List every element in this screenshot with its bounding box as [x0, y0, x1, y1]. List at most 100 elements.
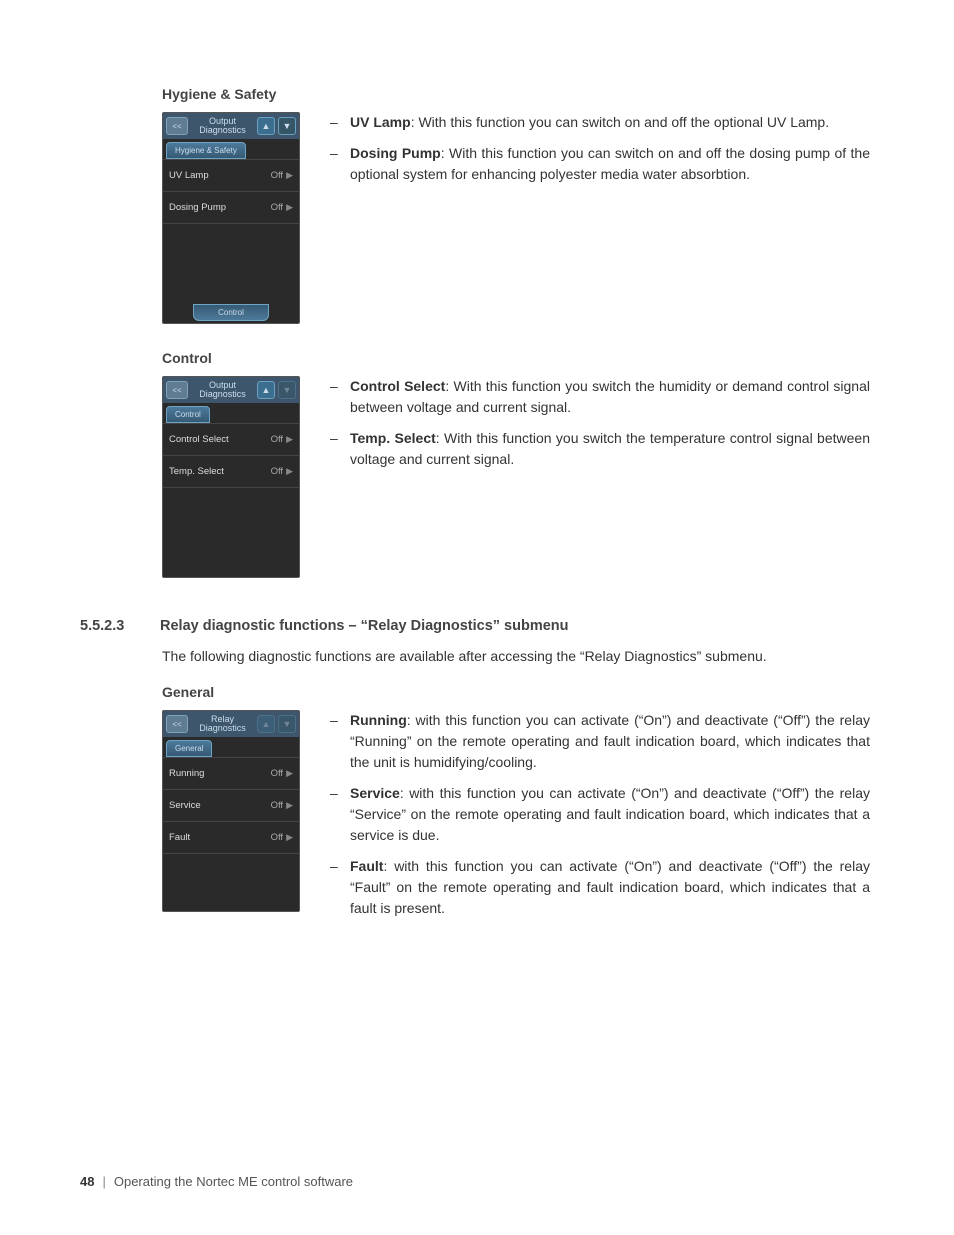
desc-bold: Service — [350, 785, 400, 801]
list: Running Off▶ Service Off▶ Fault Off▶ — [163, 758, 299, 911]
list-item-value: Off — [271, 768, 284, 779]
desc-bold: Fault — [350, 858, 383, 874]
footer-tab[interactable]: Control — [193, 304, 269, 321]
list: Control Select Off▶ Temp. Select Off▶ — [163, 424, 299, 577]
header-title: Output Diagnostics — [191, 381, 254, 400]
screenshot-control: << Output Diagnostics ▲ ▼ Control Contro… — [162, 376, 300, 578]
back-button[interactable]: << — [166, 715, 188, 733]
bullet-dash: – — [330, 428, 350, 470]
section-title: Control — [80, 350, 874, 366]
description-list: – UV Lamp: With this function you can sw… — [330, 112, 874, 195]
desc-bold: Running — [350, 712, 407, 728]
tab-general[interactable]: General — [166, 740, 212, 757]
list-item-value: Off — [271, 466, 284, 477]
description-item: – Temp. Select: With this function you s… — [330, 428, 870, 470]
subsection-number: 5.5.2.3 — [80, 618, 146, 634]
description-item: – Service: with this function you can ac… — [330, 783, 870, 846]
description-list: – Control Select: With this function you… — [330, 376, 874, 480]
list: UV Lamp Off▶ Dosing Pump Off▶ — [163, 160, 299, 301]
header-title: Output Diagnostics — [191, 117, 254, 136]
section-title: General — [80, 684, 874, 700]
list-item-label: Service — [169, 800, 201, 811]
description-item: – Running: with this function you can ac… — [330, 710, 870, 773]
list-item[interactable]: Service Off▶ — [163, 790, 299, 822]
arrow-down-icon[interactable]: ▼ — [278, 381, 296, 399]
subsection-title: Relay diagnostic functions – “Relay Diag… — [160, 618, 569, 634]
list-item-value: Off — [271, 832, 284, 843]
list-item[interactable]: Fault Off▶ — [163, 822, 299, 854]
back-button[interactable]: << — [166, 381, 188, 399]
desc-bold: Control Select — [350, 378, 445, 394]
chevron-right-icon: ▶ — [286, 466, 293, 477]
list-item-value: Off — [271, 202, 284, 213]
device-footer: Control — [163, 301, 299, 323]
desc-body: : With this function you can switch on a… — [411, 114, 829, 130]
chevron-right-icon: ▶ — [286, 768, 293, 779]
desc-body: : with this function you can activate (“… — [350, 785, 870, 843]
arrow-up-icon[interactable]: ▲ — [257, 381, 275, 399]
tab-row: Control — [163, 403, 299, 424]
list-item-value: Off — [271, 800, 284, 811]
list-item-label: Fault — [169, 832, 190, 843]
desc-bold: Temp. Select — [350, 430, 436, 446]
tab-control[interactable]: Control — [166, 406, 210, 423]
list-item-label: UV Lamp — [169, 170, 209, 181]
desc-bold: Dosing Pump — [350, 145, 441, 161]
description-item: – Fault: with this function you can acti… — [330, 856, 870, 919]
desc-body: : with this function you can activate (“… — [350, 712, 870, 770]
screenshot-hygiene: << Output Diagnostics ▲ ▼ Hygiene & Safe… — [162, 112, 300, 324]
desc-body: : with this function you can activate (“… — [350, 858, 870, 916]
bullet-dash: – — [330, 376, 350, 418]
list-item[interactable]: Control Select Off▶ — [163, 424, 299, 456]
description-item: – Dosing Pump: With this function you ca… — [330, 143, 870, 185]
description-item: – Control Select: With this function you… — [330, 376, 870, 418]
arrow-down-icon[interactable]: ▼ — [278, 117, 296, 135]
header-line2: Diagnostics — [199, 389, 246, 399]
screenshot-general: << Relay Diagnostics ▲ ▼ General Running… — [162, 710, 300, 912]
bullet-dash: – — [330, 143, 350, 185]
device-header: << Relay Diagnostics ▲ ▼ — [163, 711, 299, 737]
device-header: << Output Diagnostics ▲ ▼ — [163, 377, 299, 403]
section-title: Hygiene & Safety — [80, 86, 874, 102]
bullet-dash: – — [330, 710, 350, 773]
list-item-value: Off — [271, 170, 284, 181]
chevron-right-icon: ▶ — [286, 170, 293, 181]
back-button[interactable]: << — [166, 117, 188, 135]
list-item[interactable]: Temp. Select Off▶ — [163, 456, 299, 488]
bullet-dash: – — [330, 112, 350, 133]
list-item-label: Control Select — [169, 434, 229, 445]
tab-hygiene[interactable]: Hygiene & Safety — [166, 142, 246, 159]
section-general: General << Relay Diagnostics ▲ ▼ General — [80, 684, 874, 929]
chevron-right-icon: ▶ — [286, 434, 293, 445]
arrow-down-icon[interactable]: ▼ — [278, 715, 296, 733]
list-item-label: Temp. Select — [169, 466, 224, 477]
chevron-right-icon: ▶ — [286, 832, 293, 843]
list-item-label: Dosing Pump — [169, 202, 226, 213]
list-item[interactable]: UV Lamp Off▶ — [163, 160, 299, 192]
page-footer: 48 | Operating the Nortec ME control sof… — [80, 1174, 353, 1189]
description-list: – Running: with this function you can ac… — [330, 710, 874, 929]
list-item[interactable]: Running Off▶ — [163, 758, 299, 790]
divider: | — [102, 1174, 105, 1189]
arrow-up-icon[interactable]: ▲ — [257, 715, 275, 733]
tab-row: General — [163, 737, 299, 758]
section-hygiene: Hygiene & Safety << Output Diagnostics ▲… — [80, 86, 874, 324]
subsection-heading: 5.5.2.3 Relay diagnostic functions – “Re… — [80, 618, 874, 634]
description-item: – UV Lamp: With this function you can sw… — [330, 112, 870, 133]
list-item-label: Running — [169, 768, 204, 779]
page-number: 48 — [80, 1174, 94, 1189]
header-line2: Diagnostics — [199, 125, 246, 135]
bullet-dash: – — [330, 856, 350, 919]
bullet-dash: – — [330, 783, 350, 846]
footer-title: Operating the Nortec ME control software — [114, 1174, 353, 1189]
list-item[interactable]: Dosing Pump Off▶ — [163, 192, 299, 224]
tab-row: Hygiene & Safety — [163, 139, 299, 160]
header-line2: Diagnostics — [199, 723, 246, 733]
section-control: Control << Output Diagnostics ▲ ▼ Contro… — [80, 350, 874, 578]
desc-bold: UV Lamp — [350, 114, 411, 130]
device-header: << Output Diagnostics ▲ ▼ — [163, 113, 299, 139]
arrow-up-icon[interactable]: ▲ — [257, 117, 275, 135]
subsection-intro: The following diagnostic functions are a… — [80, 648, 874, 664]
chevron-right-icon: ▶ — [286, 202, 293, 213]
chevron-right-icon: ▶ — [286, 800, 293, 811]
